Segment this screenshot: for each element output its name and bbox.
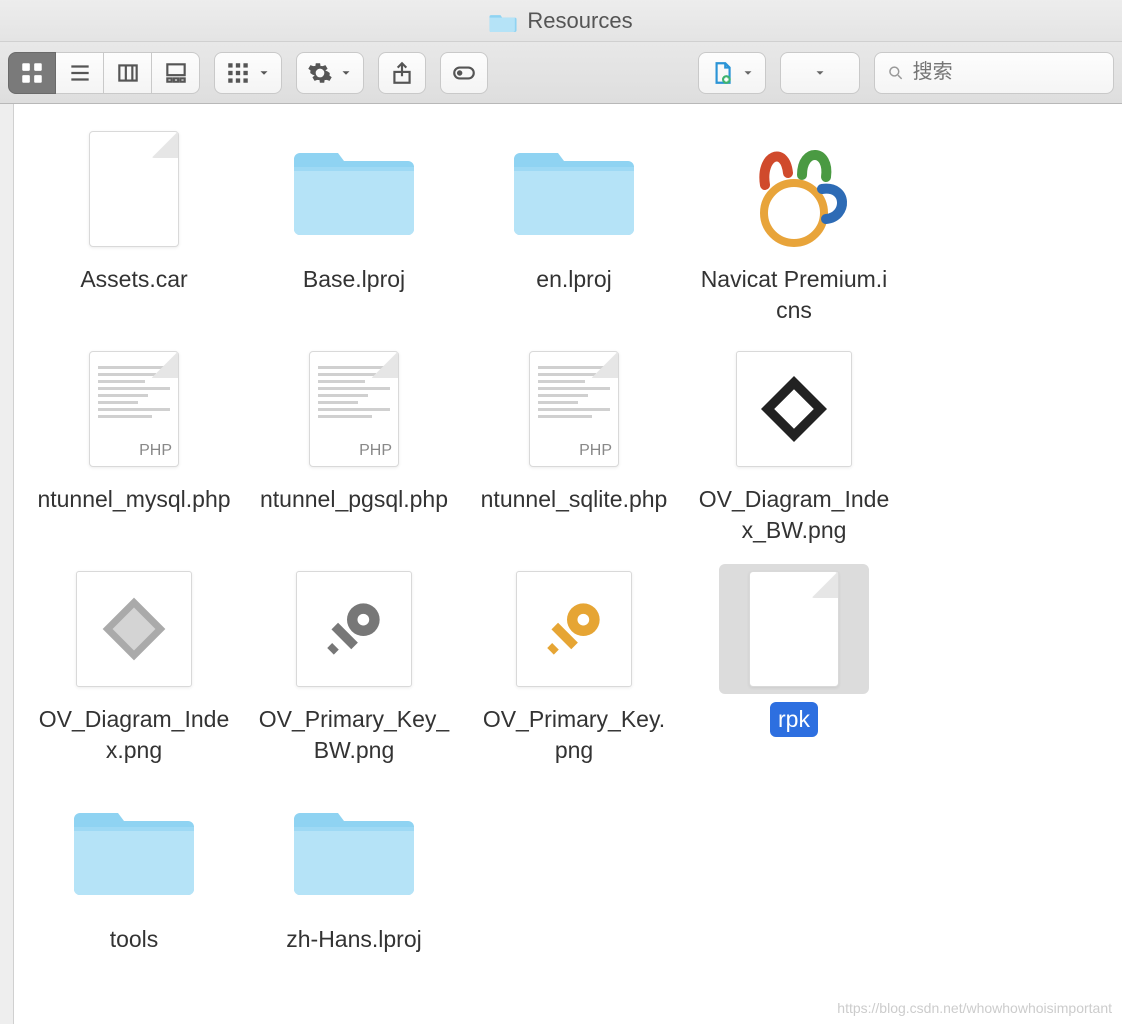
file-item[interactable]: zh-Hans.lproj — [244, 784, 464, 957]
arrange-group — [214, 52, 282, 94]
file-grid: Assets.car Base.lproj en.lproj Navicat Prem… — [14, 104, 1122, 1024]
file-label: ntunnel_sqlite.php — [473, 482, 676, 517]
php-icon: PHP — [279, 344, 429, 474]
file-item[interactable]: PHP ntunnel_mysql.php — [24, 344, 244, 548]
file-item[interactable]: rpk — [684, 564, 904, 768]
dropdown-button[interactable] — [780, 52, 860, 94]
file-item[interactable]: OV_Primary_Key.png — [464, 564, 684, 768]
file-label: Base.lproj — [295, 262, 413, 297]
titlebar: Resources — [0, 0, 1122, 42]
file-label: OV_Diagram_Index.png — [29, 702, 239, 768]
icns-icon — [719, 124, 869, 254]
folder-icon — [59, 784, 209, 914]
toolbar — [0, 42, 1122, 104]
chevron-down-icon — [813, 66, 827, 80]
png-icon — [279, 564, 429, 694]
file-item[interactable]: Assets.car — [24, 124, 244, 328]
file-badge: PHP — [579, 442, 612, 460]
search-icon — [887, 63, 905, 83]
arrange-button[interactable] — [214, 52, 282, 94]
share-button[interactable] — [378, 52, 426, 94]
php-icon: PHP — [499, 344, 649, 474]
chevron-down-icon — [741, 66, 755, 80]
png-icon — [499, 564, 649, 694]
file-label: tools — [102, 922, 167, 957]
file-label: en.lproj — [528, 262, 619, 297]
file-label: Assets.car — [72, 262, 195, 297]
column-view-button[interactable] — [104, 52, 152, 94]
list-view-button[interactable] — [56, 52, 104, 94]
file-label: Navicat Premium.icns — [689, 262, 899, 328]
file-item[interactable]: Navicat Premium.icns — [684, 124, 904, 328]
file-label: ntunnel_mysql.php — [29, 482, 238, 517]
file-badge: PHP — [139, 442, 172, 460]
dropdown-group — [780, 52, 860, 94]
file-badge: PHP — [359, 442, 392, 460]
new-doc-group — [698, 52, 766, 94]
action-button[interactable] — [296, 52, 364, 94]
php-icon: PHP — [59, 344, 209, 474]
file-label: ntunnel_pgsql.php — [252, 482, 456, 517]
new-doc-button[interactable] — [698, 52, 766, 94]
file-label: OV_Primary_Key_BW.png — [249, 702, 459, 768]
file-icon — [719, 564, 869, 694]
file-item[interactable]: Base.lproj — [244, 124, 464, 328]
folder-icon — [279, 784, 429, 914]
file-label: OV_Primary_Key.png — [469, 702, 679, 768]
file-label: OV_Diagram_Index_BW.png — [689, 482, 899, 548]
png-icon — [59, 564, 209, 694]
search-input[interactable] — [913, 61, 1101, 84]
watermark: https://blog.csdn.net/whowhowhoisimporta… — [837, 1000, 1112, 1016]
file-item[interactable]: OV_Diagram_Index_BW.png — [684, 344, 904, 548]
action-group — [296, 52, 364, 94]
file-label: rpk — [770, 702, 818, 737]
chevron-down-icon — [339, 66, 353, 80]
tags-button[interactable] — [440, 52, 488, 94]
png-icon — [719, 344, 869, 474]
file-item[interactable]: PHP ntunnel_pgsql.php — [244, 344, 464, 548]
icon-view-button[interactable] — [8, 52, 56, 94]
file-item[interactable]: en.lproj — [464, 124, 684, 328]
chevron-down-icon — [257, 66, 271, 80]
window-title: Resources — [527, 8, 632, 34]
gallery-view-button[interactable] — [152, 52, 200, 94]
file-item[interactable]: tools — [24, 784, 244, 957]
folder-icon — [489, 10, 517, 32]
view-mode-group — [8, 52, 200, 94]
folder-icon — [279, 124, 429, 254]
file-item[interactable]: PHP ntunnel_sqlite.php — [464, 344, 684, 548]
file-icon — [59, 124, 209, 254]
folder-icon — [499, 124, 649, 254]
file-label: zh-Hans.lproj — [278, 922, 430, 957]
file-item[interactable]: OV_Diagram_Index.png — [24, 564, 244, 768]
file-item[interactable]: OV_Primary_Key_BW.png — [244, 564, 464, 768]
sidebar-strip[interactable] — [0, 104, 14, 1024]
search-box[interactable] — [874, 52, 1114, 94]
